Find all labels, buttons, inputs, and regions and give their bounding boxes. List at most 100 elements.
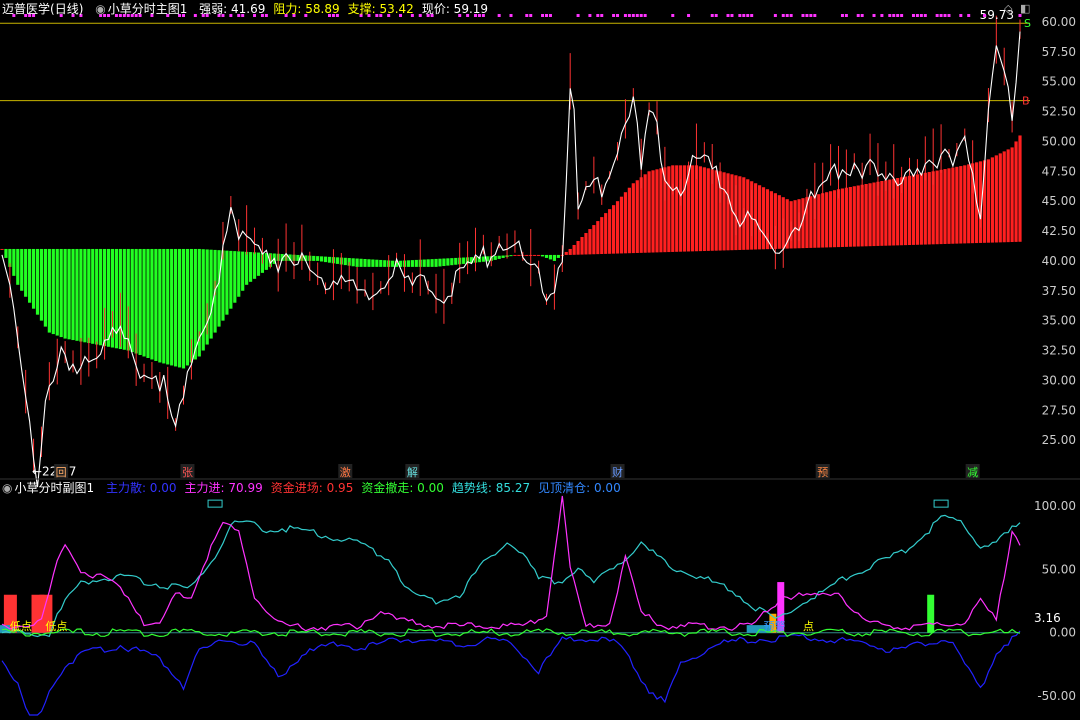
top-dot-marker xyxy=(746,14,750,17)
sub-series-blue xyxy=(1,630,1021,716)
sub-text-mark-2: 预警 xyxy=(764,619,786,633)
band-bar xyxy=(809,196,813,248)
top-dot-marker xyxy=(627,14,631,17)
band-bar xyxy=(967,164,971,244)
band-bar xyxy=(450,258,454,266)
band-bar xyxy=(994,155,998,243)
top-dot-marker xyxy=(730,14,734,17)
top-dot-marker xyxy=(596,14,600,17)
top-dot-marker xyxy=(714,14,718,17)
top-dot-marker xyxy=(801,14,805,17)
band-bar xyxy=(580,237,584,255)
band-bar xyxy=(379,259,383,267)
band-bar xyxy=(99,248,103,346)
band-bar xyxy=(185,248,190,366)
sub-value-2: 资金进场: 0.95 xyxy=(270,481,354,495)
band-bar xyxy=(454,257,458,265)
band-bar xyxy=(493,255,497,260)
sub-value-5: 见顶清仓: 0.00 xyxy=(538,481,621,495)
band-bar xyxy=(355,258,359,267)
band-bar xyxy=(619,196,624,254)
top-dot-marker xyxy=(805,14,809,17)
band-bar xyxy=(927,172,931,245)
band-bar xyxy=(422,259,426,267)
band-bar xyxy=(371,259,375,267)
main-y-tick-3: 52.50 xyxy=(1042,105,1076,119)
main-value-3: 现价: 59.19 xyxy=(421,2,489,16)
band-bar xyxy=(915,174,920,245)
band-bar xyxy=(1018,135,1022,242)
sub-y-tick-3: -50.00 xyxy=(1037,689,1076,703)
band-bar xyxy=(252,252,257,279)
band-bar xyxy=(1006,149,1010,243)
top-dot-marker xyxy=(588,14,592,17)
sub-y-tick-2: 0.00 xyxy=(1049,626,1076,640)
sub-text-mark-1: 低点 xyxy=(45,620,67,633)
sub-series-magenta xyxy=(1,495,1021,632)
band-bar xyxy=(911,175,916,245)
band-bar xyxy=(513,254,517,256)
band-bar xyxy=(533,254,537,256)
signal-tag-0: 回 xyxy=(56,466,67,479)
band-bar xyxy=(959,166,963,244)
band-bar xyxy=(907,175,912,246)
band-bar xyxy=(166,248,170,365)
top-dot-marker xyxy=(911,14,915,17)
band-bar xyxy=(769,191,774,250)
sub-indicator-name[interactable]: 小草分时副图1 xyxy=(14,481,94,495)
band-bar xyxy=(237,251,241,297)
top-dot-marker xyxy=(935,14,939,17)
main-chart-header: 迈普医学(日线) ◉ 小草分时主图1 强弱: 41.69 阻力: 58.89 支撑: … xyxy=(2,1,504,17)
last-value-label: 3.16 xyxy=(1034,611,1061,625)
window-icon[interactable]: ◧ xyxy=(1020,2,1030,15)
band-bar xyxy=(647,171,651,253)
band-bar xyxy=(592,225,596,255)
top-dot-marker xyxy=(947,14,951,17)
band-bar xyxy=(193,248,197,360)
band-bar xyxy=(426,259,430,267)
band-bar xyxy=(130,248,134,353)
band-bar xyxy=(509,255,513,257)
top-dot-marker xyxy=(923,14,927,17)
main-indicator-name[interactable]: 小草分时主图1 xyxy=(108,2,188,16)
top-dot-marker xyxy=(623,14,627,17)
band-bar xyxy=(998,153,1002,243)
band-bar xyxy=(556,254,560,258)
band-bar xyxy=(351,258,355,267)
band-bar xyxy=(548,254,553,260)
band-bar xyxy=(896,178,900,246)
sub-value-0: 主力散: 0.00 xyxy=(105,481,177,495)
band-bar xyxy=(446,258,450,266)
band-bar xyxy=(154,248,158,361)
band-bar xyxy=(375,259,379,267)
band-bar xyxy=(923,172,927,245)
main-indicator-icon[interactable]: ◉ xyxy=(95,2,105,16)
sub-text-mark-0: 低点 xyxy=(10,620,32,633)
main-y-tick-5: 47.50 xyxy=(1042,164,1076,178)
band-bar xyxy=(919,173,923,245)
band-bar xyxy=(596,221,600,255)
band-bar xyxy=(59,248,63,338)
band-bar xyxy=(793,200,797,249)
sell-signal-label: S xyxy=(1024,17,1031,30)
band-bar xyxy=(631,183,635,254)
top-dot-marker xyxy=(880,14,884,17)
band-bar xyxy=(903,176,908,246)
sub-indicator-icon[interactable]: ◉ xyxy=(2,481,12,495)
stock-name[interactable]: 迈普医学 xyxy=(2,2,50,16)
band-bar xyxy=(430,259,434,267)
band-bar xyxy=(481,256,485,262)
main-y-tick-4: 50.00 xyxy=(1042,134,1076,148)
diamond-icon[interactable]: ◇ xyxy=(1004,2,1012,15)
band-bar xyxy=(0,248,4,250)
band-bar xyxy=(706,168,710,251)
main-y-tick-7: 42.50 xyxy=(1042,224,1076,238)
sub-chart-header: ◉ 小草分时副图1 主力散: 0.00 主力进: 70.99 资金进场: 0.95 资金… xyxy=(2,480,637,496)
band-bar xyxy=(79,248,83,342)
band-bar xyxy=(323,256,328,263)
band-bar xyxy=(414,259,418,267)
top-dot-marker xyxy=(616,14,620,17)
top-dot-marker xyxy=(781,14,785,17)
band-bar xyxy=(757,185,762,250)
main-value-1: 阻力: 58.89 xyxy=(273,2,340,16)
